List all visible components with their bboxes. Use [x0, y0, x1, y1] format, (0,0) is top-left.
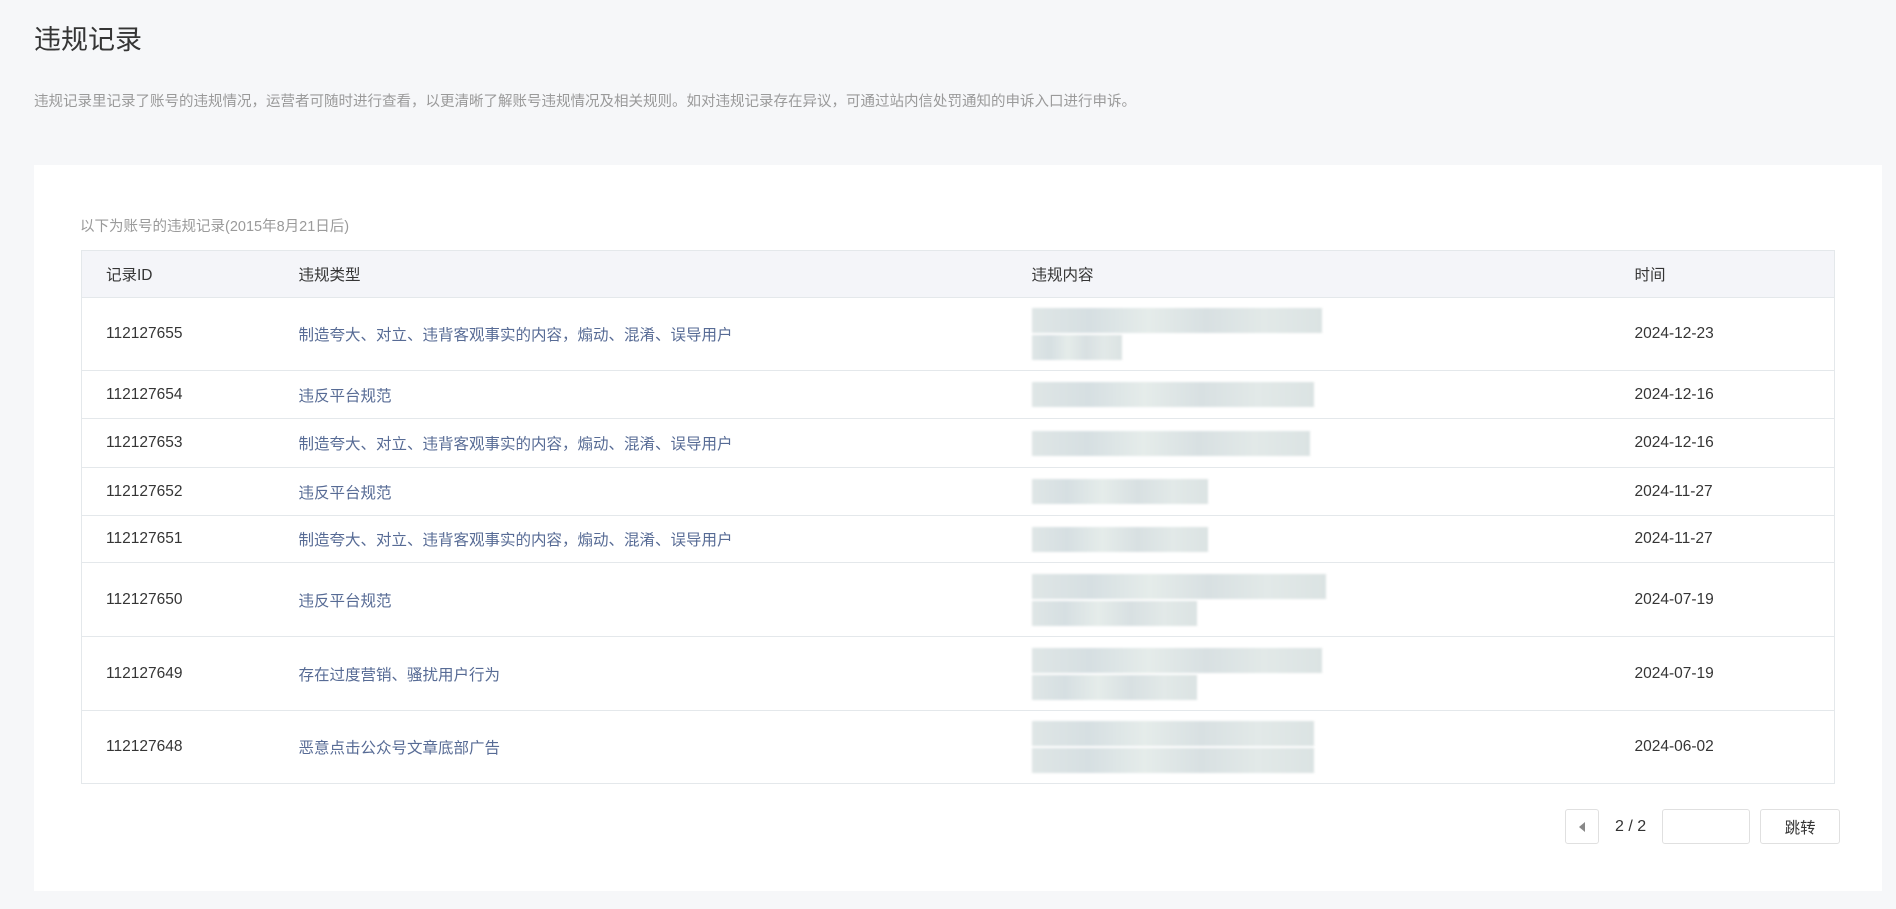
violation-content: [1031, 370, 1635, 419]
pagination: 2 / 2 跳转: [1565, 809, 1841, 844]
redacted-text: [1031, 526, 1208, 552]
record-date: 2024-12-23: [1634, 297, 1835, 371]
table-row: 112127650 违反平台规范 2024-07-19: [81, 562, 1835, 637]
table-row: 112127649 存在过度营销、骚扰用户行为 2024-07-19: [81, 636, 1835, 711]
record-id: 112127649: [81, 636, 299, 711]
violation-content: [1031, 515, 1635, 563]
violation-type: 制造夸大、对立、违背客观事实的内容，煽动、混淆、误导用户: [298, 418, 1032, 468]
redacted-text: [1031, 721, 1314, 746]
record-date: 2024-06-02: [1634, 710, 1835, 784]
record-id: 112127648: [81, 710, 299, 784]
violation-type: 违反平台规范: [298, 562, 1032, 637]
redacted-text: [1031, 430, 1310, 456]
page-description: 违规记录里记录了账号的违规情况，运营者可随时进行查看，以更清晰了解账号违规情况及…: [34, 94, 1136, 110]
page-title: 违规记录: [34, 25, 142, 55]
violation-type: 恶意点击公众号文章底部广告: [298, 710, 1032, 784]
records-subtitle: 以下为账号的违规记录(2015年8月21日后): [80, 219, 350, 235]
violation-content: [1031, 636, 1635, 711]
redacted-text: [1031, 573, 1326, 599]
violation-content: [1031, 297, 1635, 371]
column-header-content: 违规内容: [1031, 250, 1635, 298]
redacted-text: [1031, 674, 1197, 700]
redacted-text: [1031, 647, 1322, 673]
violation-content: [1031, 562, 1635, 637]
records-table: 记录ID 违规类型 违规内容 时间 112127655 制造夸大、对立、违背客观…: [81, 250, 1835, 784]
jump-button[interactable]: 跳转: [1760, 809, 1841, 844]
redacted-text: [1031, 479, 1208, 504]
record-id: 112127654: [81, 370, 299, 419]
table-row: 112127653 制造夸大、对立、违背客观事实的内容，煽动、混淆、误导用户 2…: [81, 418, 1835, 468]
record-id: 112127650: [81, 562, 299, 637]
table-row: 112127651 制造夸大、对立、违背客观事实的内容，煽动、混淆、误导用户 2…: [81, 515, 1835, 563]
record-date: 2024-07-19: [1634, 562, 1835, 637]
record-date: 2024-11-27: [1634, 515, 1835, 563]
record-id: 112127651: [81, 515, 299, 563]
violation-type: 违反平台规范: [298, 467, 1032, 516]
violation-type: 存在过度营销、骚扰用户行为: [298, 636, 1032, 711]
record-date: 2024-07-19: [1634, 636, 1835, 711]
prev-page-button[interactable]: [1565, 809, 1599, 844]
table-row: 112127648 恶意点击公众号文章底部广告 2024-06-02: [81, 710, 1835, 784]
violation-content: [1031, 418, 1635, 468]
redacted-text: [1031, 308, 1322, 333]
record-date: 2024-12-16: [1634, 418, 1835, 468]
redacted-text: [1031, 748, 1314, 773]
violation-type: 制造夸大、对立、违背客观事实的内容，煽动、混淆、误导用户: [298, 297, 1032, 371]
table-row: 112127652 违反平台规范 2024-11-27: [81, 467, 1835, 516]
record-id: 112127655: [81, 297, 299, 371]
violation-type: 制造夸大、对立、违背客观事实的内容，煽动、混淆、误导用户: [298, 515, 1032, 563]
redacted-text: [1031, 600, 1197, 626]
violation-content: [1031, 710, 1635, 784]
caret-left-icon: [1579, 821, 1585, 832]
records-card: 以下为账号的违规记录(2015年8月21日后) 记录ID 违规类型 违规内容 时…: [34, 165, 1882, 891]
table-row: 112127654 违反平台规范 2024-12-16: [81, 370, 1835, 419]
redacted-text: [1031, 335, 1122, 360]
table-row: 112127655 制造夸大、对立、违背客观事实的内容，煽动、混淆、误导用户 2…: [81, 297, 1835, 371]
violation-content: [1031, 467, 1635, 516]
redacted-text: [1031, 382, 1314, 407]
violation-type: 违反平台规范: [298, 370, 1032, 419]
column-header-type: 违规类型: [298, 250, 1032, 298]
record-id: 112127652: [81, 467, 299, 516]
page-jump-input[interactable]: [1662, 809, 1751, 844]
record-date: 2024-11-27: [1634, 467, 1835, 516]
page-info: 2 / 2: [1615, 817, 1647, 835]
column-header-time: 时间: [1634, 250, 1835, 298]
record-date: 2024-12-16: [1634, 370, 1835, 419]
record-id: 112127653: [81, 418, 299, 468]
column-header-id: 记录ID: [81, 250, 299, 298]
